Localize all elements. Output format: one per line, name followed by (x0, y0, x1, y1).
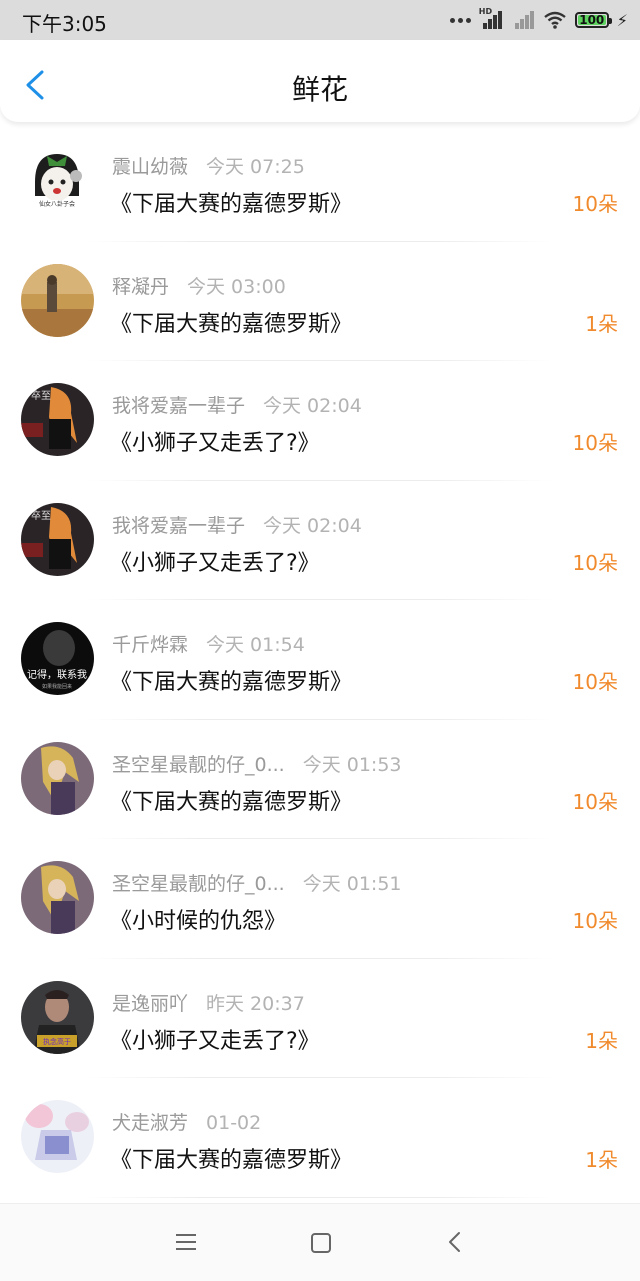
user-name[interactable]: 千斤烨霖 (112, 634, 188, 656)
work-title[interactable]: 《小狮子又走丢了?》 (110, 545, 320, 577)
flower-count: 10朵 (572, 431, 618, 455)
avatar[interactable]: 卒至 (21, 502, 94, 576)
wifi-icon (544, 11, 566, 29)
item-meta: 犬走淑芳 01-02 (112, 1108, 261, 1135)
avatar[interactable] (21, 263, 94, 337)
flower-count: 10朵 (572, 789, 618, 814)
app-header: 鲜花 (0, 40, 640, 122)
back-triangle-icon[interactable] (446, 1231, 464, 1253)
flower-count: 10朵 (572, 192, 618, 216)
item-meta: 圣空星最靓的仔_0... 今天 01:53 (112, 750, 402, 777)
item-meta: 震山幼薇 今天 07:25 (112, 152, 305, 179)
avatar[interactable] (21, 741, 94, 815)
avatar[interactable]: 卒至 (21, 383, 94, 456)
flower-count: 10朵 (572, 909, 618, 933)
user-name[interactable]: 我将爱嘉一辈子 (112, 515, 245, 537)
home-square-icon[interactable] (311, 1233, 331, 1253)
signal-off-icon (511, 11, 535, 29)
list-item[interactable]: 记得，联系我 如果我能回来 千斤烨霖 今天 01:54 《下届大赛的嘉德罗斯》 1… (0, 600, 640, 720)
svg-text:仙女八卦子会: 仙女八卦子会 (39, 200, 75, 208)
list-item[interactable]: 仙女八卦子会 震山幼薇 今天 07:25 《下届大赛的嘉德罗斯》 10朵 (0, 122, 640, 242)
list-item[interactable]: 执念高于 是逸丽吖 昨天 20:37 《小狮子又走丢了?》 1朵 (0, 959, 640, 1079)
svg-text:如果我能回来: 如果我能回来 (42, 683, 72, 690)
charging-icon: ⚡ (616, 10, 628, 30)
list-item[interactable]: 释凝丹 今天 03:00 《下届大赛的嘉德罗斯》 1朵 (0, 242, 640, 362)
battery-level: 100 (579, 13, 605, 27)
user-name[interactable]: 我将爱嘉一辈子 (112, 395, 245, 417)
status-icons: HD 100 ⚡ (449, 7, 628, 31)
flower-count: 10朵 (572, 550, 618, 575)
work-title[interactable]: 《下届大赛的嘉德罗斯》 (110, 306, 352, 338)
signal-hd-icon: HD (479, 7, 503, 29)
battery-icon: 100 (574, 12, 612, 28)
user-name[interactable]: 圣空星最靓的仔_0... (112, 754, 285, 776)
item-meta: 释凝丹 今天 03:00 (112, 272, 286, 299)
more-dots-icon (449, 17, 471, 23)
status-time: 下午3:05 (22, 12, 107, 36)
work-title[interactable]: 《下届大赛的嘉德罗斯》 (110, 784, 352, 816)
svg-text:卒至: 卒至 (31, 509, 51, 522)
item-time: 今天 01:51 (302, 873, 402, 895)
list-item[interactable]: 卒至 我将爱嘉一辈子 今天 02:04 《小狮子又走丢了?》 10朵 (0, 481, 640, 601)
user-name[interactable]: 圣空星最靓的仔_0... (112, 873, 285, 895)
svg-text:卒至: 卒至 (31, 389, 51, 402)
user-name[interactable]: 释凝丹 (112, 276, 169, 298)
work-title[interactable]: 《下届大赛的嘉德罗斯》 (110, 664, 352, 696)
work-title[interactable]: 《下届大赛的嘉德罗斯》 (110, 1142, 352, 1174)
avatar[interactable] (21, 861, 94, 934)
item-time: 今天 02:04 (263, 395, 362, 417)
svg-text:记得，联系我: 记得，联系我 (27, 669, 87, 681)
list-item[interactable]: 卒至 我将爱嘉一辈子 今天 02:04 《小狮子又走丢了?》 10朵 (0, 361, 640, 481)
work-title[interactable]: 《小时候的仇怨》 (110, 903, 286, 935)
item-time: 今天 02:04 (263, 514, 362, 537)
list-item[interactable]: 圣空星最靓的仔_0... 今天 01:53 《下届大赛的嘉德罗斯》 10朵 (0, 720, 640, 840)
user-name[interactable]: 是逸丽吖 (112, 993, 188, 1015)
avatar[interactable] (21, 1100, 94, 1173)
status-bar: 下午3:05 HD 100 ⚡ (0, 0, 640, 40)
avatar[interactable]: 执念高于 (21, 980, 94, 1054)
item-time: 今天 01:54 (206, 634, 305, 656)
list-item[interactable]: 圣空星最靓的仔_0... 今天 01:51 《小时候的仇怨》 10朵 (0, 839, 640, 959)
avatar[interactable]: 记得，联系我 如果我能回来 (21, 622, 94, 695)
item-meta: 我将爱嘉一辈子 今天 02:04 (112, 391, 362, 418)
item-meta: 我将爱嘉一辈子 今天 02:04 (112, 511, 362, 538)
user-name[interactable]: 震山幼薇 (112, 156, 188, 178)
flower-count: 1朵 (585, 1148, 618, 1172)
flower-count: 1朵 (585, 1028, 618, 1053)
work-title[interactable]: 《下届大赛的嘉德罗斯》 (110, 186, 352, 218)
item-time: 01-02 (206, 1112, 262, 1134)
item-time: 今天 03:00 (187, 275, 286, 298)
page-title: 鲜花 (291, 73, 348, 106)
work-title[interactable]: 《小狮子又走丢了?》 (110, 1023, 320, 1055)
flower-count: 10朵 (572, 670, 618, 694)
list-item[interactable]: 犬走淑芳 01-02 《下届大赛的嘉德罗斯》 1朵 (0, 1078, 640, 1198)
avatar[interactable]: 仙女八卦子会 (21, 144, 94, 217)
item-time: 今天 07:25 (206, 156, 305, 178)
item-time: 今天 01:53 (302, 753, 402, 776)
user-name[interactable]: 犬走淑芳 (112, 1112, 188, 1134)
item-meta: 是逸丽吖 昨天 20:37 (112, 989, 305, 1016)
menu-icon[interactable] (176, 1233, 198, 1251)
work-title[interactable]: 《小狮子又走丢了?》 (110, 425, 320, 457)
svg-text:执念高于: 执念高于 (43, 1037, 71, 1046)
item-meta: 圣空星最靓的仔_0... 今天 01:51 (112, 869, 402, 896)
item-meta: 千斤烨霖 今天 01:54 (112, 630, 305, 657)
item-time: 昨天 20:37 (206, 992, 305, 1015)
flower-list: 仙女八卦子会 震山幼薇 今天 07:25 《下届大赛的嘉德罗斯》 10朵 释凝丹今… (0, 122, 640, 1198)
system-nav-bar (0, 1203, 640, 1281)
flower-count: 1朵 (585, 311, 618, 336)
